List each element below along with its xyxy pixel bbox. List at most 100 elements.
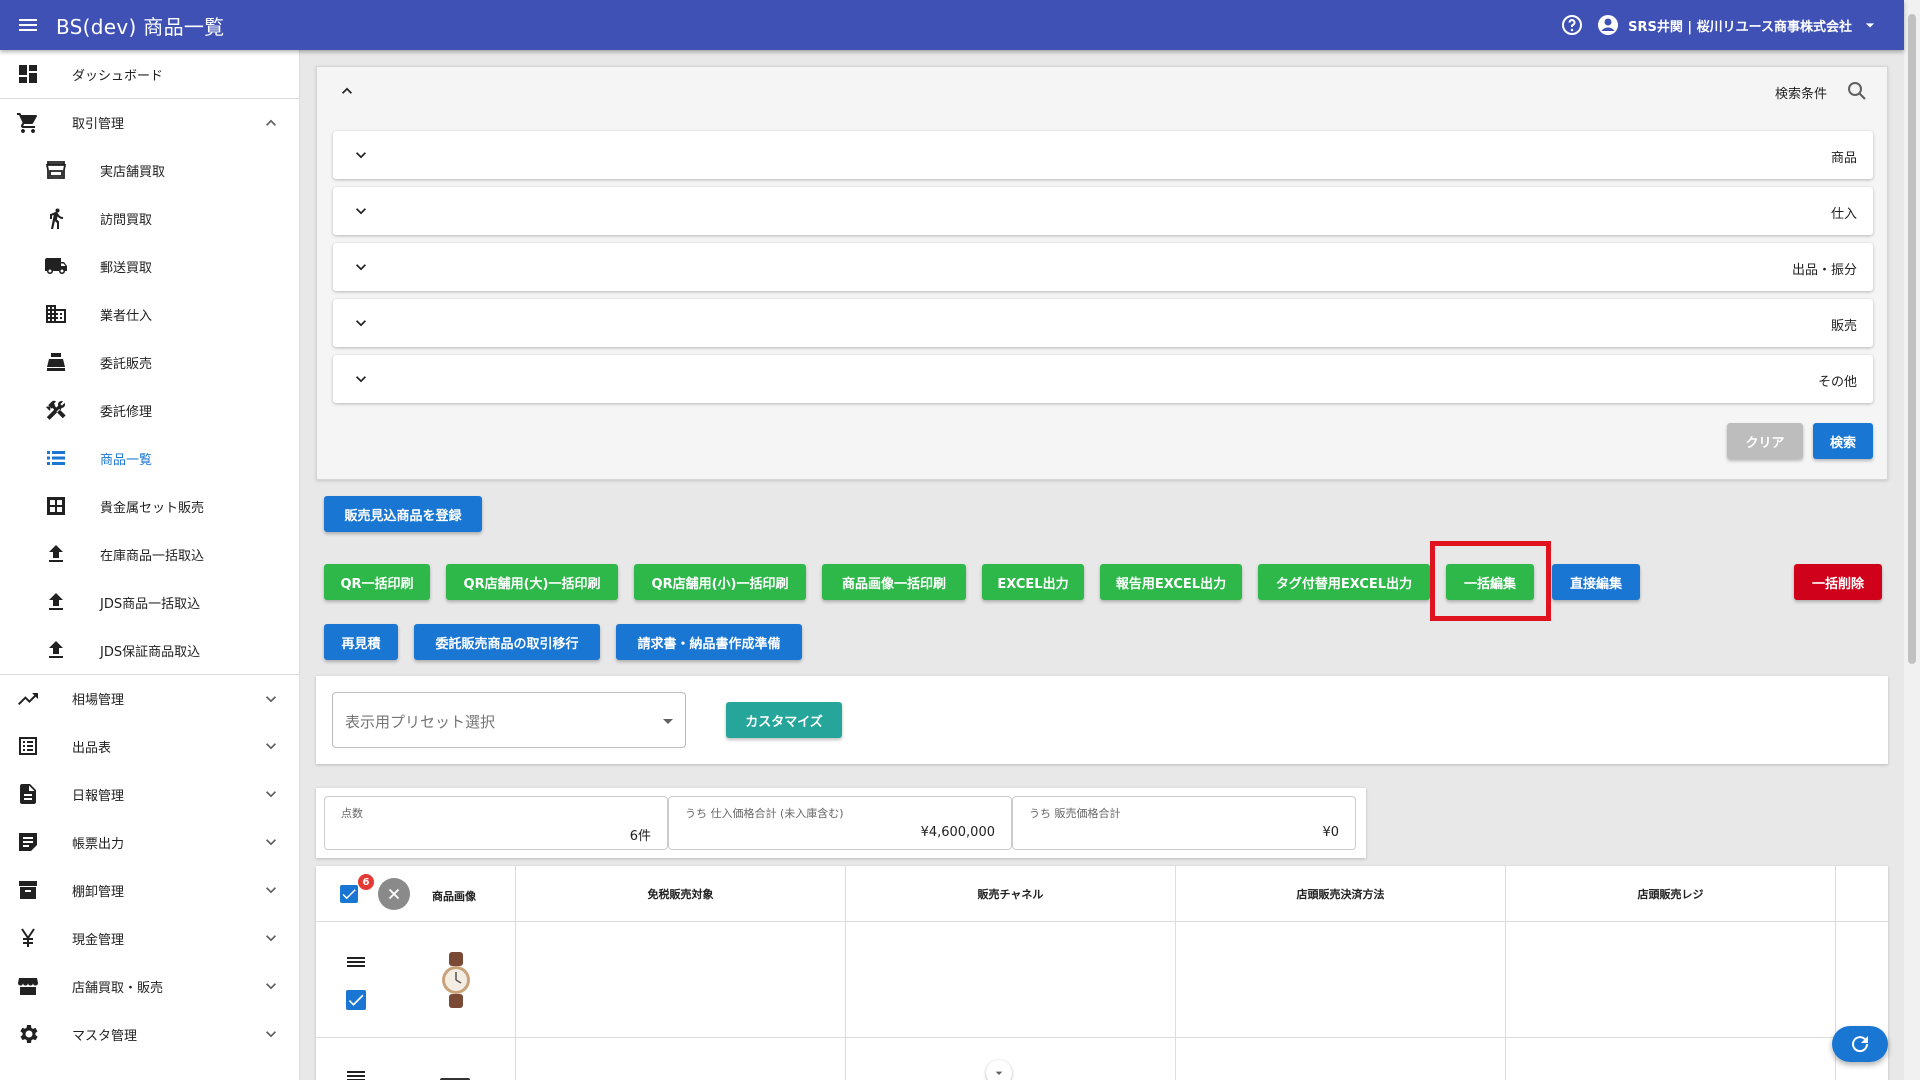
sidebar-item-consignment-sales[interactable]: 委託販売 bbox=[0, 338, 299, 386]
tag-excel-export-button[interactable]: タグ付替用EXCEL出力 bbox=[1258, 564, 1430, 600]
account-circle-icon bbox=[1598, 15, 1619, 35]
select-all-checkbox[interactable] bbox=[340, 885, 358, 903]
register-icon bbox=[47, 353, 65, 371]
walk-icon bbox=[50, 208, 63, 229]
chevron-down-icon bbox=[266, 791, 276, 798]
arrow-drop-down-icon bbox=[663, 719, 673, 724]
re-estimate-button[interactable]: 再見積 bbox=[324, 624, 398, 660]
table-cell bbox=[1506, 1038, 1836, 1080]
drag-handle-icon[interactable] bbox=[344, 950, 368, 974]
accordion-sales[interactable]: 販売 bbox=[333, 299, 1873, 347]
chevron-down-icon bbox=[266, 887, 276, 894]
dropdown-toggle[interactable] bbox=[986, 1060, 1012, 1080]
sidebar-item-jds-warranty-import[interactable]: JDS保証商品取込 bbox=[0, 626, 299, 674]
sidebar-item-store-purchase[interactable]: 実店舗買取 bbox=[0, 146, 299, 194]
tools-icon bbox=[46, 400, 66, 420]
app-bar: BS(dev) 商品一覧 SRS井関 | 桜川リユース商事株式会社 bbox=[0, 0, 1904, 50]
page-scrollbar[interactable] bbox=[1904, 0, 1920, 1080]
store-icon bbox=[45, 161, 67, 179]
row-checkbox[interactable] bbox=[346, 990, 366, 1010]
sidebar-item-inventory[interactable]: 棚卸管理 bbox=[0, 866, 299, 914]
chevron-down-icon bbox=[356, 264, 366, 271]
invoice-prepare-button[interactable]: 請求書・納品書作成準備 bbox=[616, 624, 802, 660]
table-cell bbox=[846, 1038, 1176, 1080]
drag-handle-icon[interactable] bbox=[344, 1064, 368, 1080]
table-header-register[interactable]: 店頭販売レジ bbox=[1506, 866, 1836, 922]
sidebar-item-market-price[interactable]: 相場管理 bbox=[0, 674, 299, 722]
sidebar-item-jds-import[interactable]: JDS商品一括取込 bbox=[0, 578, 299, 626]
table-cell bbox=[516, 922, 846, 1038]
table-cell bbox=[516, 1038, 846, 1080]
chevron-down-icon bbox=[995, 1071, 1003, 1075]
sidebar-item-consignment-repair[interactable]: 委託修理 bbox=[0, 386, 299, 434]
qr-bulk-print-button[interactable]: QR一括印刷 bbox=[324, 564, 430, 600]
sidebar-item-dashboard[interactable]: ダッシュボード bbox=[0, 50, 299, 98]
summary-count: 点数 6件 bbox=[324, 796, 668, 850]
sidebar-item-transactions[interactable]: 取引管理 bbox=[0, 98, 299, 146]
chevron-down-icon bbox=[356, 320, 366, 327]
preset-select[interactable]: 表示用プリセット選択 bbox=[332, 692, 686, 748]
help-icon[interactable] bbox=[1560, 13, 1584, 37]
sidebar-item-listing-sheet[interactable]: 出品表 bbox=[0, 722, 299, 770]
product-image-print-button[interactable]: 商品画像一括印刷 bbox=[822, 564, 966, 600]
report-excel-export-button[interactable]: 報告用EXCEL出力 bbox=[1100, 564, 1242, 600]
sidebar-item-product-list[interactable]: 商品一覧 bbox=[0, 434, 299, 482]
chevron-down-icon bbox=[266, 743, 276, 750]
list-icon bbox=[47, 451, 65, 465]
chevron-up-icon bbox=[342, 87, 352, 94]
excel-export-button[interactable]: EXCEL出力 bbox=[982, 564, 1084, 600]
direct-edit-button[interactable]: 直接編集 bbox=[1552, 564, 1640, 600]
clear-selection-button[interactable] bbox=[378, 878, 410, 910]
chevron-down-icon bbox=[266, 1031, 276, 1038]
sidebar-item-store-trade[interactable]: 店舗買取・販売 bbox=[0, 962, 299, 1010]
gear-icon bbox=[20, 1025, 38, 1043]
list-alt-icon bbox=[19, 737, 37, 755]
sidebar-item-stock-import[interactable]: 在庫商品一括取込 bbox=[0, 530, 299, 578]
table-header-payment-method[interactable]: 店頭販売決済方法 bbox=[1176, 866, 1506, 922]
chevron-down-icon bbox=[266, 935, 276, 942]
chevron-down-icon bbox=[356, 376, 366, 383]
table-header-image: 6 商品画像 bbox=[316, 866, 516, 922]
qr-store-large-print-button[interactable]: QR店舗用(大)一括印刷 bbox=[446, 564, 618, 600]
sidebar-item-visit-purchase[interactable]: 訪問買取 bbox=[0, 194, 299, 242]
sidebar-item-form-output[interactable]: 帳票出力 bbox=[0, 818, 299, 866]
clear-button[interactable]: クリア bbox=[1727, 423, 1803, 459]
refresh-icon bbox=[1852, 1036, 1869, 1053]
customize-button[interactable]: カスタマイズ bbox=[726, 702, 842, 738]
summary-sales-total: うち 販売価格合計 ¥0 bbox=[1012, 796, 1356, 850]
chevron-down-icon bbox=[266, 839, 276, 846]
search-button[interactable]: 検索 bbox=[1813, 423, 1873, 459]
scrollbar-thumb[interactable] bbox=[1908, 14, 1916, 664]
refresh-button[interactable] bbox=[1832, 1026, 1888, 1062]
sidebar-item-mail-purchase[interactable]: 郵送買取 bbox=[0, 242, 299, 290]
accordion-product[interactable]: 商品 bbox=[333, 131, 1873, 179]
check-icon bbox=[342, 889, 356, 900]
bulk-delete-button[interactable]: 一括削除 bbox=[1794, 564, 1882, 600]
consignment-transfer-button[interactable]: 委託販売商品の取引移行 bbox=[414, 624, 600, 660]
watch-thumbnail[interactable] bbox=[440, 952, 472, 1008]
dashboard-icon bbox=[19, 65, 37, 83]
upload-icon bbox=[49, 545, 63, 562]
sidebar-item-precious-metal-set[interactable]: 貴金属セット販売 bbox=[0, 482, 299, 530]
table-cell bbox=[846, 922, 1176, 1038]
sidebar-item-daily-report[interactable]: 日報管理 bbox=[0, 770, 299, 818]
sidebar: ダッシュボード 取引管理 実店舗買取 訪問買取 郵送買取 業者仕入 委託販売 委… bbox=[0, 50, 300, 1080]
table-header-sales-channel[interactable]: 販売チャネル bbox=[846, 866, 1176, 922]
table-header-tax-free[interactable]: 免税販売対象 bbox=[516, 866, 846, 922]
sidebar-item-cash[interactable]: 現金管理 bbox=[0, 914, 299, 962]
summary-purchase-total: うち 仕入価格合計 (未入庫含む) ¥4,600,000 bbox=[668, 796, 1012, 850]
page-title: BS(dev) 商品一覧 bbox=[56, 14, 225, 39]
chevron-up-icon bbox=[266, 119, 276, 126]
search-panel-header[interactable]: 検索条件 bbox=[317, 67, 1887, 115]
register-expected-product-button[interactable]: 販売見込商品を登録 bbox=[324, 496, 482, 532]
sidebar-item-master[interactable]: マスタ管理 bbox=[0, 1010, 299, 1058]
menu-icon bbox=[19, 19, 37, 31]
user-menu[interactable]: SRS井関 | 桜川リユース商事株式会社 bbox=[1596, 13, 1880, 37]
menu-button[interactable] bbox=[0, 0, 56, 50]
table-cell bbox=[1506, 922, 1836, 1038]
accordion-other[interactable]: その他 bbox=[333, 355, 1873, 403]
qr-store-small-print-button[interactable]: QR店舗用(小)一括印刷 bbox=[634, 564, 806, 600]
accordion-purchase[interactable]: 仕入 bbox=[333, 187, 1873, 235]
accordion-listing[interactable]: 出品・振分 bbox=[333, 243, 1873, 291]
sidebar-item-vendor-purchase[interactable]: 業者仕入 bbox=[0, 290, 299, 338]
